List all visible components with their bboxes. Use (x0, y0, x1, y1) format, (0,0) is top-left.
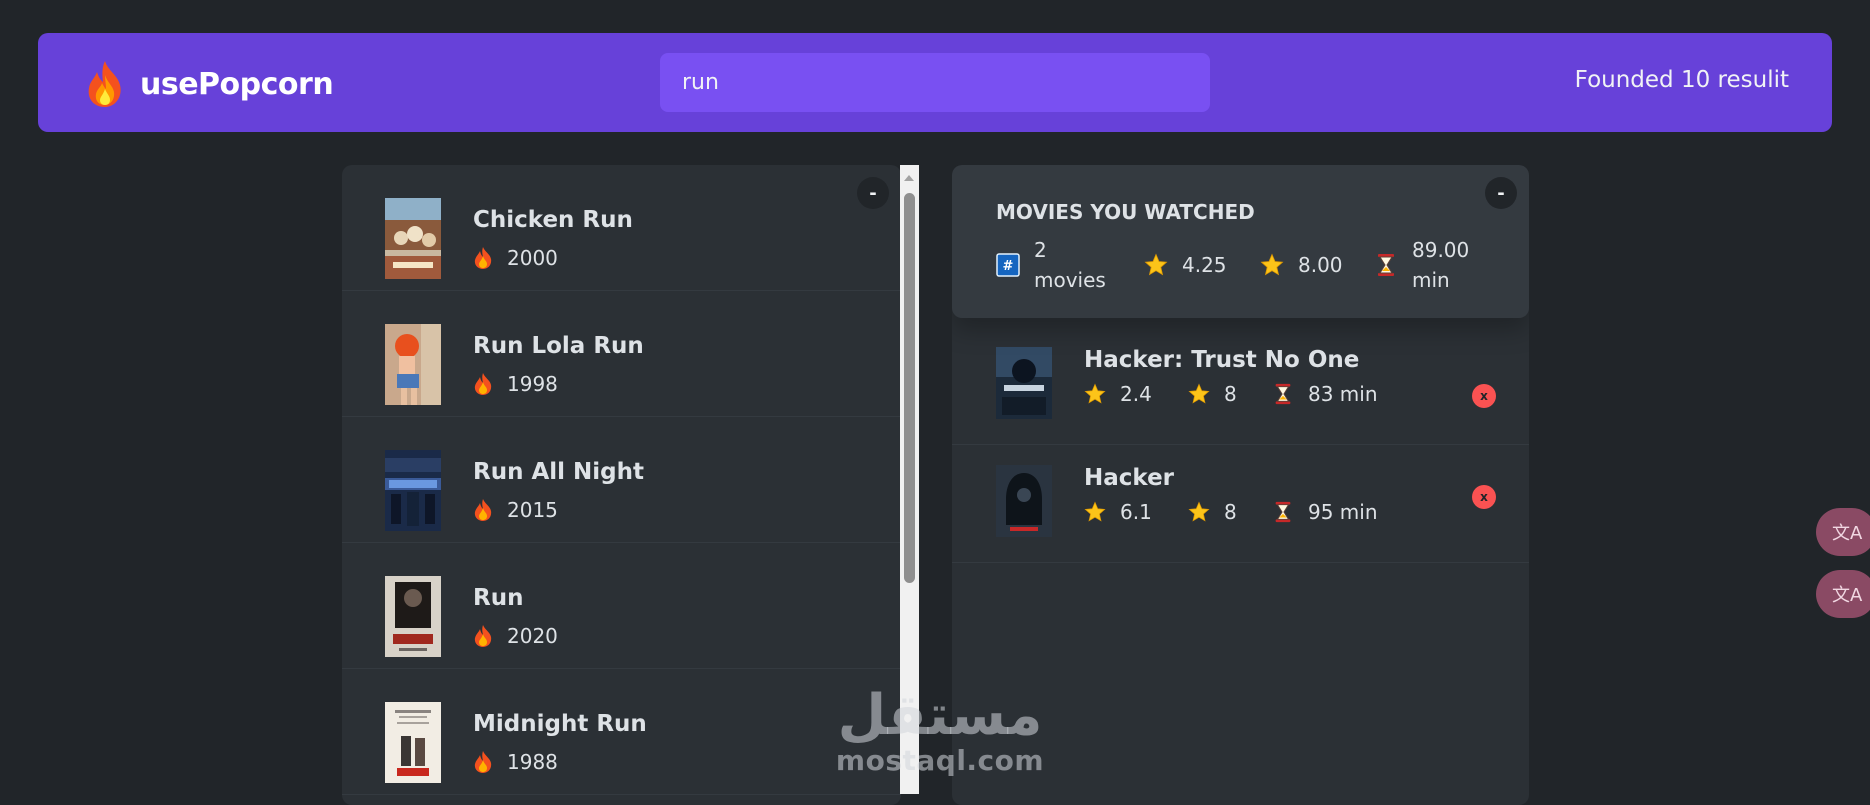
star-icon (1188, 383, 1210, 404)
user-rating-value: 8 (1224, 382, 1237, 406)
toggle-watched-button[interactable]: - (1485, 177, 1517, 209)
year-text: 1998 (507, 372, 558, 396)
scroll-thumb[interactable] (904, 193, 915, 583)
movie-year: 1988 (473, 750, 558, 774)
user-rating-value: 8 (1224, 500, 1237, 524)
toggle-results-button[interactable]: - (857, 177, 889, 209)
movie-item[interactable]: Run Lola Run 1998 (342, 291, 901, 417)
star-icon (1260, 253, 1284, 276)
star-icon (1188, 501, 1210, 522)
movie-title: Run Lola Run (473, 333, 644, 359)
movies-count-unit: movies (1034, 268, 1106, 292)
movie-poster (996, 465, 1052, 537)
watched-summary: - MOVIES YOU WATCHED # 2 movies 4.25 8.0… (952, 165, 1529, 318)
movie-item[interactable]: Chicken Run 2000 (342, 165, 901, 291)
movie-year: 1998 (473, 372, 558, 396)
hourglass-icon (1275, 383, 1291, 405)
movie-item[interactable]: Run 2020 (342, 543, 901, 669)
svg-text:#: # (1003, 259, 1014, 274)
movie-item[interactable]: Midnight Run 1988 (342, 669, 901, 795)
watermark: مستقل mostaql.com (820, 686, 1060, 776)
movie-poster (385, 324, 441, 405)
movie-poster (385, 198, 441, 279)
movie-year: 2000 (473, 246, 558, 270)
user-rating: 8 (1188, 500, 1237, 524)
summary-heading: MOVIES YOU WATCHED (996, 200, 1255, 224)
fire-icon (474, 499, 492, 521)
translate-icon[interactable]: 文A (1816, 508, 1870, 556)
hourglass-icon (1378, 254, 1394, 276)
results-count: Founded 10 resulit (1574, 67, 1789, 93)
brand-name: usePopcorn (140, 66, 334, 102)
runtime-value: 95 min (1308, 500, 1378, 524)
movies-count-stat: # 2 movies (996, 235, 1106, 295)
year-text: 2000 (507, 246, 558, 270)
search-input[interactable] (660, 53, 1210, 112)
runtime: 83 min (1272, 382, 1378, 406)
star-icon (1084, 501, 1106, 522)
hash-icon: # (996, 253, 1020, 277)
watched-title: Hacker: Trust No One (1084, 347, 1360, 373)
runtime-unit: min (1412, 268, 1450, 292)
movie-title: Run (473, 585, 524, 611)
imdb-rating: 2.4 (1084, 382, 1152, 406)
runtime-avg: 89.00 (1412, 238, 1470, 262)
runtime: 95 min (1272, 500, 1378, 524)
imdb-rating-value: 6.1 (1120, 500, 1152, 524)
movie-title: Run All Night (473, 459, 645, 485)
star-icon (1144, 253, 1168, 276)
scroll-up-arrow-icon[interactable] (904, 175, 914, 181)
user-avg: 8.00 (1298, 253, 1343, 277)
fire-icon (474, 751, 492, 773)
nav-bar: usePopcorn Founded 10 resulit (38, 33, 1832, 132)
runtime-avg-stat: 89.00 min (1374, 235, 1469, 295)
movie-title: Midnight Run (473, 711, 647, 737)
fire-icon (474, 625, 492, 647)
movie-poster (385, 450, 441, 531)
year-text: 2020 (507, 624, 558, 648)
movie-poster (385, 702, 441, 783)
fire-icon (474, 373, 492, 395)
star-icon (1084, 383, 1106, 404)
movie-poster (996, 347, 1052, 419)
movie-item[interactable]: Run All Night 2015 (342, 417, 901, 543)
watermark-latin: mostaql.com (835, 744, 1045, 777)
imdb-rating: 6.1 (1084, 500, 1152, 524)
search-results-box[interactable]: - Chicken Run 2000 Run Lola Run 1998 Run… (342, 165, 901, 805)
translate-icon[interactable]: 文A (1816, 570, 1870, 618)
fire-icon (88, 61, 121, 107)
delete-watched-button[interactable]: x (1472, 485, 1496, 509)
user-avg-stat: 8.00 (1260, 250, 1343, 280)
watermark-arabic: مستقل (837, 683, 1043, 748)
movie-title: Chicken Run (473, 207, 633, 233)
delete-watched-button[interactable]: x (1472, 384, 1496, 408)
logo: usePopcorn (84, 59, 334, 109)
watched-item[interactable]: Hacker 6.1 8 95 min x (952, 445, 1529, 563)
hourglass-icon (1275, 501, 1291, 523)
movie-poster (385, 576, 441, 657)
year-text: 1988 (507, 750, 558, 774)
imdb-avg-stat: 4.25 (1144, 250, 1227, 280)
movie-year: 2020 (473, 624, 558, 648)
imdb-rating-value: 2.4 (1120, 382, 1152, 406)
year-text: 2015 (507, 498, 558, 522)
movie-year: 2015 (473, 498, 558, 522)
fire-icon (474, 247, 492, 269)
movies-count: 2 (1034, 238, 1047, 262)
watched-item[interactable]: Hacker: Trust No One 2.4 8 83 min x (952, 327, 1529, 445)
imdb-avg: 4.25 (1182, 253, 1227, 277)
user-rating: 8 (1188, 382, 1237, 406)
runtime-value: 83 min (1308, 382, 1378, 406)
watched-title: Hacker (1084, 465, 1175, 491)
